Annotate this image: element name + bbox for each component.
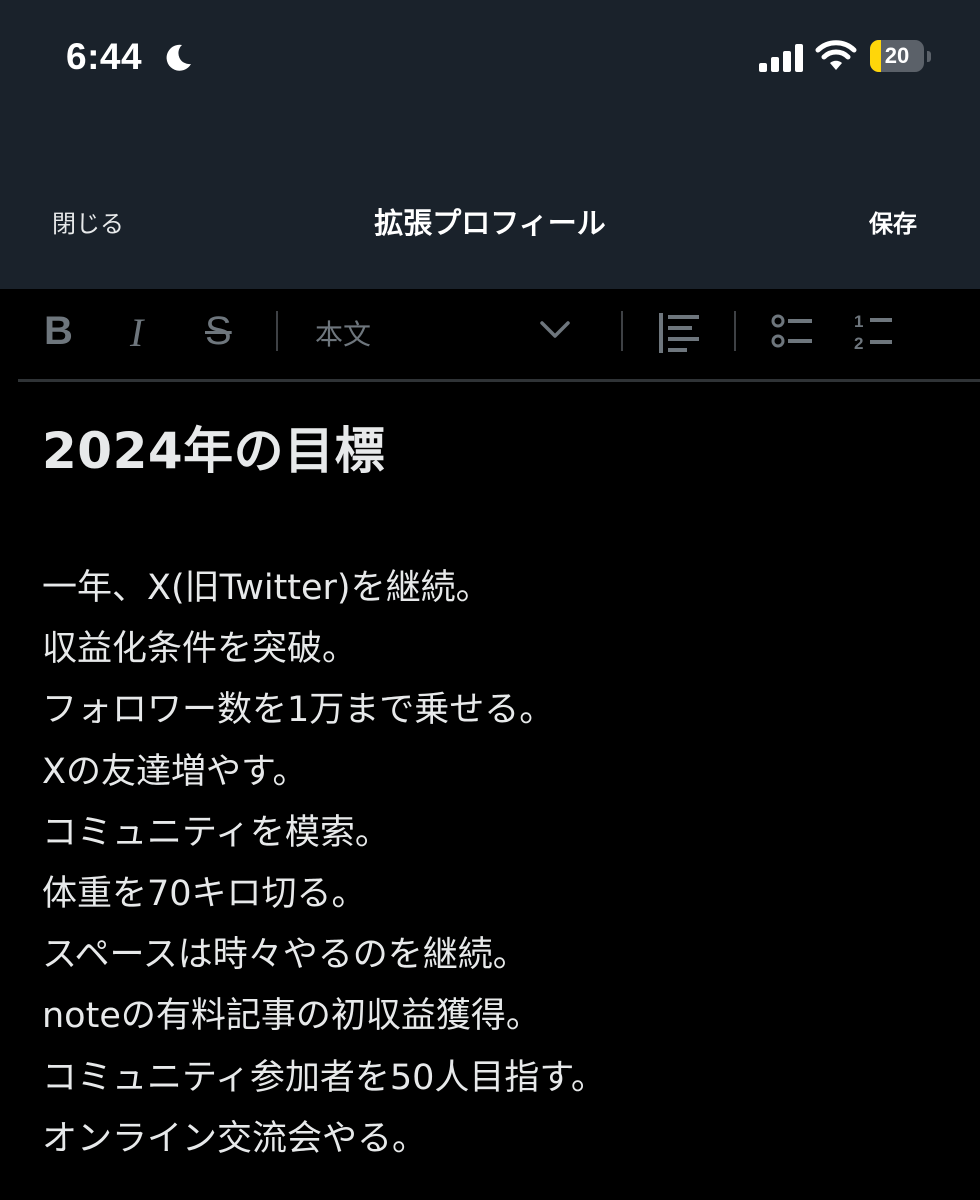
toolbar-divider (276, 311, 278, 351)
chevron-down-icon[interactable] (538, 317, 572, 341)
formatting-toolbar: B I S 本文 1 2 (0, 289, 980, 381)
document-line[interactable]: フォロワー数を1万まで乗せる。 (42, 680, 962, 741)
document-line[interactable]: 体重を70キロ切る。 (42, 864, 962, 925)
toolbar-divider (734, 311, 736, 351)
battery-icon: 20 (870, 40, 931, 72)
document-line[interactable]: オンライン交流会やる。 (42, 1109, 962, 1170)
status-time: 6:44 (66, 36, 143, 77)
numbered-list-icon[interactable]: 1 2 (852, 309, 896, 357)
document-line[interactable]: noteの有料記事の初収益獲得。 (42, 986, 962, 1047)
document-heading[interactable]: 2024年の目標 (42, 414, 962, 488)
signal-icon (759, 44, 803, 72)
svg-text:1: 1 (854, 312, 863, 331)
document-line[interactable]: スペースは時々やるのを継続。 (42, 925, 962, 986)
bullet-list-icon[interactable] (770, 311, 814, 355)
moon-icon (166, 44, 191, 71)
document-line[interactable]: Xの友達増やす。 (42, 742, 962, 803)
text-style-select[interactable]: 本文 (315, 313, 371, 353)
document-body[interactable]: 一年、X(旧Twitter)を継続。 収益化条件を突破。 フォロワー数を1万まで… (42, 558, 962, 1170)
italic-button[interactable]: I (130, 309, 143, 356)
document-line[interactable]: 収益化条件を突破。 (42, 619, 962, 680)
strikethrough-button[interactable]: S (205, 309, 232, 354)
align-left-icon[interactable] (657, 311, 701, 355)
svg-text:2: 2 (854, 334, 863, 353)
toolbar-divider (621, 311, 623, 351)
document-editor[interactable]: 2024年の目標 一年、X(旧Twitter)を継続。 収益化条件を突破。 フォ… (42, 400, 962, 1170)
app-header: 6:44 20 閉じる 拡張プロフィール 保存 (0, 0, 980, 289)
wifi-icon (815, 40, 857, 70)
bold-button[interactable]: B (44, 309, 73, 354)
battery-percent: 20 (884, 43, 910, 68)
document-line[interactable]: コミュニティ参加者を50人目指す。 (42, 1048, 962, 1109)
page-title: 拡張プロフィール (374, 206, 606, 240)
save-button[interactable]: 保存 (869, 207, 917, 241)
document-line[interactable]: コミュニティを模索。 (42, 803, 962, 864)
document-line[interactable]: 一年、X(旧Twitter)を継続。 (42, 558, 962, 619)
toolbar-divider-line (18, 379, 980, 382)
